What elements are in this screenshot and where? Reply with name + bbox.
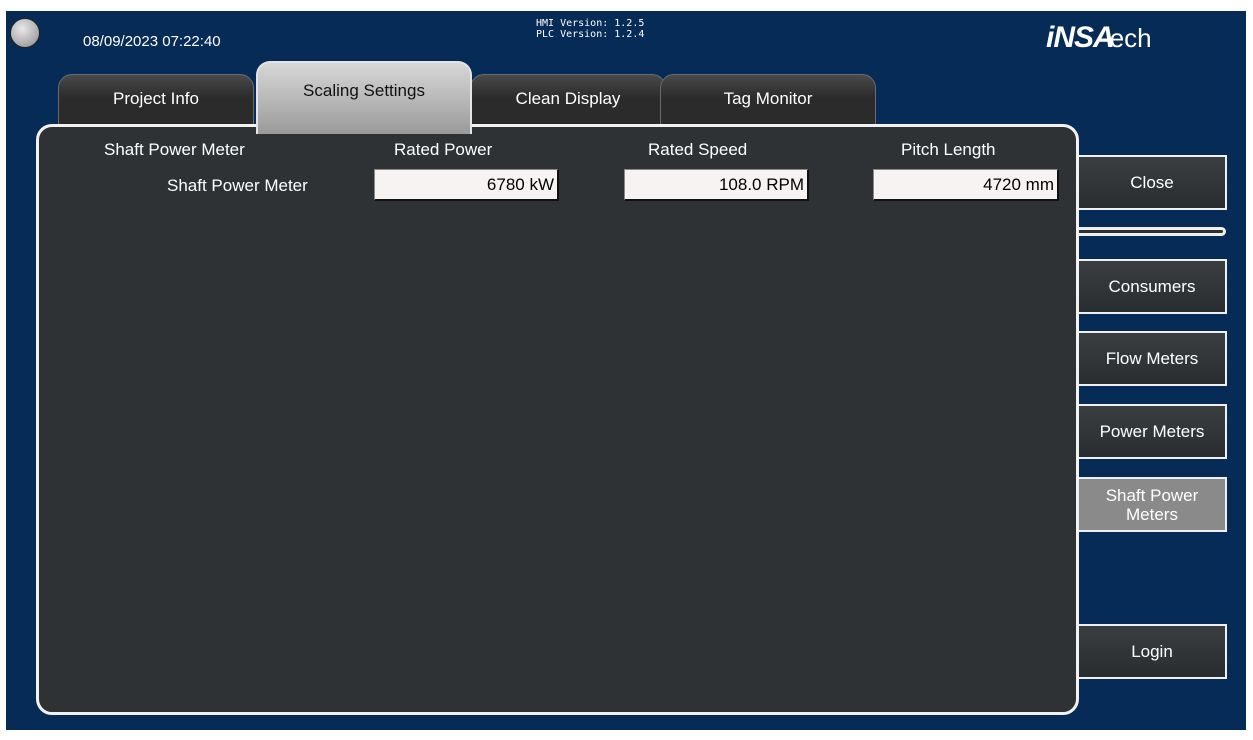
globe-logo-icon: [10, 18, 40, 48]
header-rated-speed: Rated Speed: [648, 140, 748, 159]
version-info: HMI Version: 1.2.5 PLC Version: 1.2.4: [536, 18, 644, 40]
flow-meters-button[interactable]: Flow Meters: [1079, 331, 1227, 386]
scaling-settings-panel: Shaft Power Meter Rated Power Rated Spee…: [36, 124, 1079, 715]
hmi-version: HMI Version: 1.2.5: [536, 18, 645, 29]
consumers-button[interactable]: Consumers: [1079, 259, 1227, 314]
header-shaft-power-meter: Shaft Power Meter: [104, 140, 245, 159]
brand-logo: iNSAech: [1046, 21, 1152, 54]
header-pitch-length: Pitch Length: [901, 140, 996, 159]
rated-speed-field[interactable]: 108.0 RPM: [624, 169, 809, 201]
row-label: Shaft Power Meter: [167, 176, 308, 195]
login-button[interactable]: Login: [1079, 624, 1227, 679]
tab-scaling-settings[interactable]: Scaling Settings: [256, 61, 472, 134]
power-meters-button[interactable]: Power Meters: [1079, 404, 1227, 459]
hmi-screen: 08/09/2023 07:22:40 HMI Version: 1.2.5 P…: [6, 11, 1246, 730]
close-button[interactable]: Close: [1079, 155, 1227, 210]
shaft-power-meters-button[interactable]: Shaft Power Meters: [1079, 477, 1227, 532]
plc-version: PLC Version: 1.2.4: [536, 29, 645, 40]
sidebar-separator: [1079, 227, 1226, 236]
header-rated-power: Rated Power: [394, 140, 493, 159]
rated-power-field[interactable]: 6780 kW: [374, 169, 559, 201]
pitch-length-field[interactable]: 4720 mm: [873, 169, 1059, 201]
datetime-display: 08/09/2023 07:22:40: [83, 33, 221, 50]
